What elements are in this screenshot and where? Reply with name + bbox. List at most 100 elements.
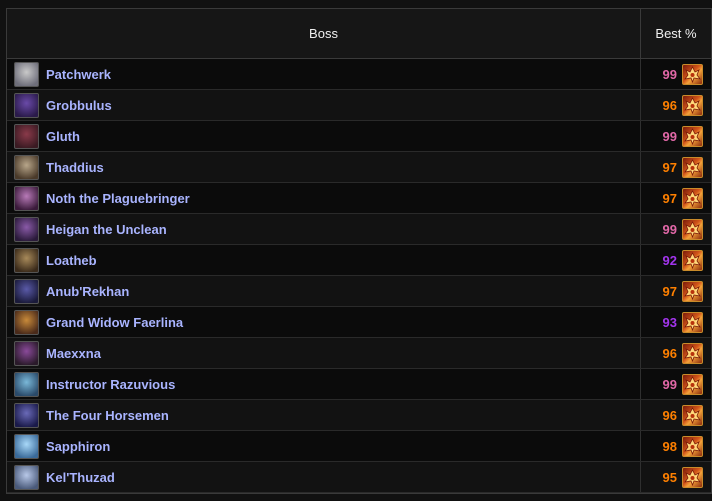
best-percent-value: 96 [662,407,677,423]
best-percent-cell: 95 [641,462,711,492]
best-percent-value: 98 [662,438,677,454]
best-percent-value: 99 [662,221,677,237]
best-percent-value: 95 [662,469,677,485]
boss-portrait-icon [14,154,39,180]
best-percent-cell: 99 [641,369,711,399]
boss-portrait-icon [14,309,39,335]
table-row[interactable]: Instructor Razuvious 99 [7,369,711,400]
boss-portrait-icon [14,433,39,459]
table-body: Patchwerk 99 Grobbulus 96 Gluth 99 Thaddius 97 N… [7,59,711,493]
best-percent-cell: 96 [641,338,711,368]
boss-cell: Patchwerk [7,59,641,89]
fire-mage-spec-icon[interactable] [682,342,703,364]
fire-mage-spec-icon[interactable] [682,249,703,271]
best-percent-value: 96 [662,345,677,361]
best-percent-value: 93 [662,314,677,330]
boss-portrait-icon [14,123,39,149]
fire-mage-spec-icon[interactable] [682,466,703,488]
best-percent-value: 99 [662,66,677,82]
boss-name-link[interactable]: Instructor Razuvious [46,377,175,392]
boss-cell: Grand Widow Faerlina [7,307,641,337]
table-row[interactable]: Loatheb 92 [7,245,711,276]
boss-name-link[interactable]: Sapphiron [46,439,110,454]
best-percent-value: 97 [662,190,677,206]
boss-portrait-icon [14,61,39,87]
table-row[interactable]: Grobbulus 96 [7,90,711,121]
boss-cell: Loatheb [7,245,641,275]
boss-portrait-icon [14,216,39,242]
boss-cell: Heigan the Unclean [7,214,641,244]
best-percent-cell: 97 [641,276,711,306]
boss-cell: Grobbulus [7,90,641,120]
fire-mage-spec-icon[interactable] [682,435,703,457]
boss-portrait-icon [14,340,39,366]
table-row[interactable]: The Four Horsemen 96 [7,400,711,431]
boss-portrait-icon [14,185,39,211]
table-row[interactable]: Thaddius 97 [7,152,711,183]
boss-portrait-icon [14,247,39,273]
fire-mage-spec-icon[interactable] [682,187,703,209]
boss-cell: Thaddius [7,152,641,182]
boss-cell: Gluth [7,121,641,151]
fire-mage-spec-icon[interactable] [682,404,703,426]
boss-name-link[interactable]: Thaddius [46,160,104,175]
boss-cell: Sapphiron [7,431,641,461]
best-percent-value: 96 [662,97,677,113]
fire-mage-spec-icon[interactable] [682,156,703,178]
best-percent-cell: 97 [641,183,711,213]
table-row[interactable]: Grand Widow Faerlina 93 [7,307,711,338]
boss-name-link[interactable]: Kel'Thuzad [46,470,115,485]
best-percent-value: 97 [662,159,677,175]
boss-name-link[interactable]: Maexxna [46,346,101,361]
boss-name-link[interactable]: Patchwerk [46,67,111,82]
best-percent-cell: 92 [641,245,711,275]
fire-mage-spec-icon[interactable] [682,373,703,395]
table-row[interactable]: Heigan the Unclean 99 [7,214,711,245]
boss-cell: Maexxna [7,338,641,368]
boss-name-link[interactable]: Noth the Plaguebringer [46,191,190,206]
boss-name-link[interactable]: Gluth [46,129,80,144]
boss-portrait-icon [14,92,39,118]
boss-portrait-icon [14,464,39,490]
best-percent-value: 99 [662,376,677,392]
best-percent-value: 99 [662,128,677,144]
table-row[interactable]: Anub'Rekhan 97 [7,276,711,307]
boss-name-link[interactable]: Anub'Rekhan [46,284,129,299]
best-percent-cell: 97 [641,152,711,182]
boss-cell: Noth the Plaguebringer [7,183,641,213]
boss-name-link[interactable]: Grobbulus [46,98,112,113]
table-row[interactable]: Noth the Plaguebringer 97 [7,183,711,214]
fire-mage-spec-icon[interactable] [682,94,703,116]
best-percent-cell: 98 [641,431,711,461]
boss-cell: The Four Horsemen [7,400,641,430]
boss-portrait-icon [14,371,39,397]
column-header-best-percent[interactable]: Best % [641,9,711,58]
boss-cell: Kel'Thuzad [7,462,641,492]
boss-cell: Anub'Rekhan [7,276,641,306]
fire-mage-spec-icon[interactable] [682,280,703,302]
best-percent-value: 92 [662,252,677,268]
table-row[interactable]: Patchwerk 99 [7,59,711,90]
best-percent-cell: 96 [641,90,711,120]
best-percent-cell: 99 [641,121,711,151]
best-percent-cell: 93 [641,307,711,337]
table-row[interactable]: Maexxna 96 [7,338,711,369]
boss-cell: Instructor Razuvious [7,369,641,399]
boss-portrait-icon [14,278,39,304]
boss-name-link[interactable]: Loatheb [46,253,97,268]
best-percent-cell: 99 [641,214,711,244]
best-percent-cell: 96 [641,400,711,430]
boss-name-link[interactable]: The Four Horsemen [46,408,169,423]
table-row[interactable]: Kel'Thuzad 95 [7,462,711,493]
table-row[interactable]: Gluth 99 [7,121,711,152]
fire-mage-spec-icon[interactable] [682,125,703,147]
best-percent-cell: 99 [641,59,711,89]
column-header-boss[interactable]: Boss [7,9,641,58]
table-row[interactable]: Sapphiron 98 [7,431,711,462]
fire-mage-spec-icon[interactable] [682,63,703,85]
fire-mage-spec-icon[interactable] [682,218,703,240]
boss-name-link[interactable]: Grand Widow Faerlina [46,315,183,330]
fire-mage-spec-icon[interactable] [682,311,703,333]
boss-name-link[interactable]: Heigan the Unclean [46,222,167,237]
best-percent-value: 97 [662,283,677,299]
